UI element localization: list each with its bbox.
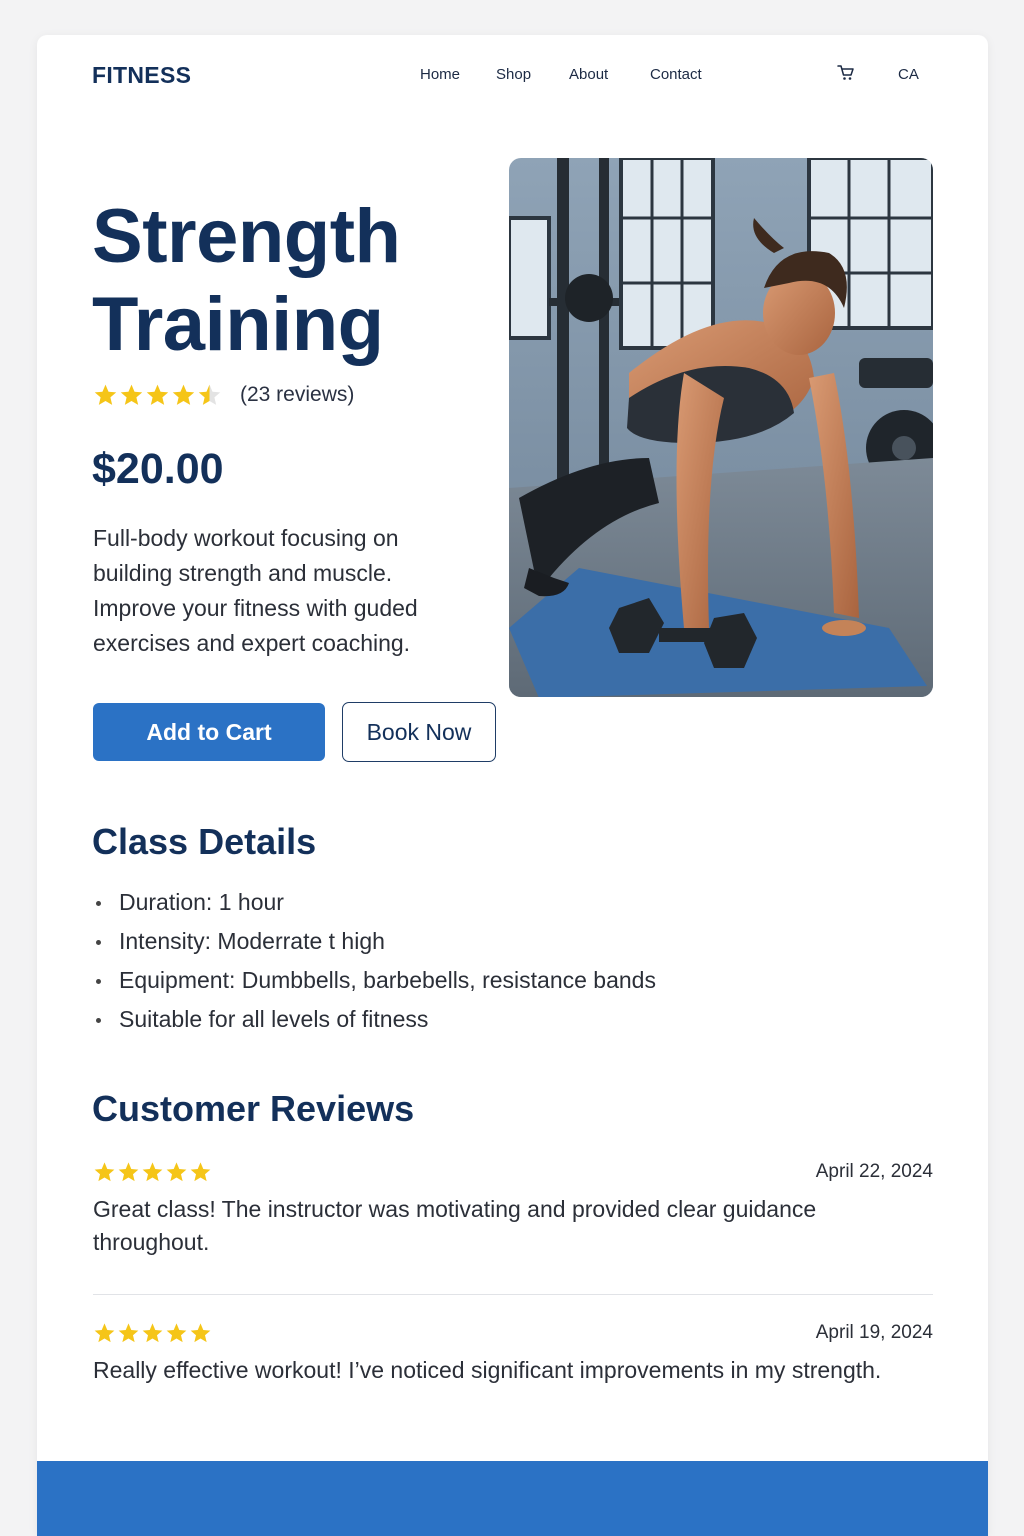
star-icon <box>172 384 195 405</box>
star-icon <box>118 1323 139 1343</box>
review-item: April 22, 2024 Great class! The instruct… <box>93 1161 933 1259</box>
brand-logo[interactable]: FITNESS <box>92 62 191 89</box>
cart-icon[interactable] <box>837 64 855 82</box>
review-star-rating <box>93 1161 933 1183</box>
star-icon <box>94 384 117 405</box>
review-date: April 22, 2024 <box>815 1161 933 1182</box>
nav-link-about[interactable]: About <box>569 66 608 83</box>
customer-reviews-heading: Customer Reviews <box>92 1088 415 1129</box>
star-icon <box>146 384 169 405</box>
list-item: Duration: 1 hour <box>93 883 656 922</box>
review-divider <box>93 1294 933 1295</box>
class-details-heading: Class Details <box>92 821 317 862</box>
review-star-rating <box>93 1322 933 1344</box>
list-item: Intensity: Moderrate t high <box>93 922 656 961</box>
star-icon <box>120 384 143 405</box>
book-now-button[interactable]: Book Now <box>342 702 496 762</box>
add-to-cart-button[interactable]: Add to Cart <box>93 703 325 761</box>
star-icon <box>94 1323 115 1343</box>
star-icon <box>166 1323 187 1343</box>
product-title: Strength Training <box>92 194 401 367</box>
nav-link-shop[interactable]: Shop <box>496 66 531 83</box>
list-item: Equipment: Dumbbells, barbebells, resist… <box>93 961 656 1000</box>
review-text: Really effective workout! I’ve noticed s… <box>93 1357 882 1383</box>
review-date: April 19, 2024 <box>815 1322 933 1343</box>
product-photo <box>509 158 933 697</box>
star-icon <box>190 1162 211 1182</box>
locale-selector[interactable]: CA <box>898 66 919 83</box>
star-icon <box>198 384 221 405</box>
product-description: Full-body workout focusing on building s… <box>93 525 418 656</box>
product-page: FITNESS Home Shop About Contact CA Stren… <box>37 35 988 1536</box>
star-icon <box>142 1323 163 1343</box>
star-rating <box>93 383 222 407</box>
product-rating: (23 reviews) <box>93 383 354 407</box>
review-count[interactable]: (23 reviews) <box>240 383 354 407</box>
star-icon <box>166 1162 187 1182</box>
nav-link-contact[interactable]: Contact <box>650 66 702 83</box>
star-icon <box>190 1323 211 1343</box>
star-icon <box>94 1162 115 1182</box>
star-icon <box>118 1162 139 1182</box>
class-details-list: Duration: 1 hour Intensity: Moderrate t … <box>93 883 656 1039</box>
review-item: April 19, 2024 Really effective workout!… <box>93 1322 933 1387</box>
product-price: $20.00 <box>92 445 224 493</box>
nav-link-home[interactable]: Home <box>420 66 460 83</box>
footer-band <box>37 1461 988 1536</box>
review-text: Great class! The instructor was motivati… <box>93 1196 817 1255</box>
list-item: Suitable for all levels of fitness <box>93 1000 656 1039</box>
star-icon <box>142 1162 163 1182</box>
